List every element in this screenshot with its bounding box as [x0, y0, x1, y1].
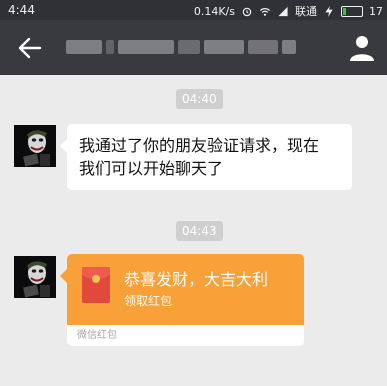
status-bar: 4:44 0.14K/s 联通 17: [0, 0, 387, 20]
status-right: 0.14K/s 联通 17: [194, 3, 383, 19]
red-packet-body: 恭喜发财，大吉大利 领取红包: [67, 254, 304, 325]
battery-fill: [343, 7, 346, 15]
message-timestamp: 04:43: [176, 221, 223, 241]
red-packet-title: 恭喜发财，大吉大利: [124, 270, 269, 289]
wifi-icon: [259, 7, 271, 16]
charging-icon: [325, 5, 333, 17]
contact-avatar[interactable]: [14, 125, 56, 167]
joker-avatar-icon: [14, 125, 56, 167]
message-line: 我们可以开始聊天了: [79, 159, 224, 178]
contact-avatar[interactable]: [14, 256, 56, 298]
alarm-icon: [242, 7, 252, 16]
red-packet-message[interactable]: 恭喜发财，大吉大利 领取红包 微信红包: [60, 254, 304, 346]
battery-icon: [341, 5, 363, 17]
red-envelope-icon: [82, 267, 110, 303]
status-time: 4:44: [8, 3, 35, 17]
net-speed: 0.14K/s: [193, 4, 235, 18]
back-arrow-icon[interactable]: [16, 35, 42, 61]
joker-avatar-icon: [14, 256, 56, 298]
chat-title-blurred: [66, 36, 296, 58]
message-timestamp: 04:40: [176, 89, 223, 109]
carrier-label: 联通: [295, 5, 317, 18]
text-message-bubble[interactable]: 我通过了你的朋友验证请求，现在 我们可以开始聊天了: [60, 124, 352, 190]
person-icon[interactable]: [349, 34, 375, 62]
message-line: 我通过了你的朋友验证请求，现在: [79, 136, 320, 155]
chat-header: [0, 20, 387, 75]
red-packet-footer: 微信红包: [67, 325, 304, 346]
red-packet-subtitle: 领取红包: [124, 294, 173, 308]
signal-icon: [278, 6, 288, 16]
battery-level: 17: [369, 4, 383, 18]
